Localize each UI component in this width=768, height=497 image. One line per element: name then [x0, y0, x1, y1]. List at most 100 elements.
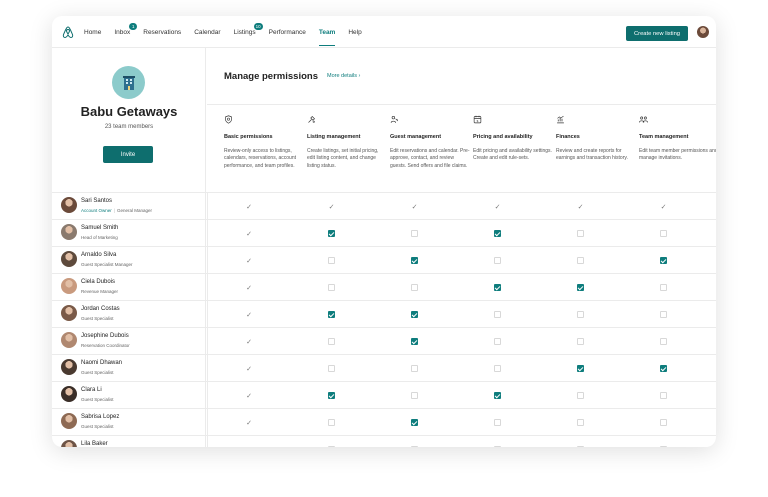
member-cell[interactable]: Sari Santos Account Owner | General Manager: [52, 193, 206, 220]
nav-item-home[interactable]: Home: [84, 16, 101, 48]
checkbox-checked[interactable]: [577, 284, 584, 291]
checkbox-unchecked[interactable]: [494, 257, 501, 264]
permission-cell: [622, 382, 705, 409]
checkbox-checked[interactable]: [328, 230, 335, 237]
checkbox-unchecked[interactable]: [494, 446, 501, 447]
checkbox-unchecked[interactable]: [577, 392, 584, 399]
permission-cell: [290, 274, 373, 301]
permission-cell: [456, 436, 539, 447]
checkbox-checked[interactable]: [494, 284, 501, 291]
checkmark-icon: ✓: [494, 203, 501, 211]
user-avatar[interactable]: [697, 26, 709, 38]
checkbox-unchecked[interactable]: [577, 419, 584, 426]
checkbox-unchecked[interactable]: [577, 311, 584, 318]
member-cell[interactable]: Jordan Costas Guest Specialist: [52, 301, 206, 328]
checkbox-checked[interactable]: [494, 230, 501, 237]
member-cell[interactable]: Ciela Dubois Revenue Manager: [52, 274, 206, 301]
nav-item-inbox[interactable]: Inbox 1: [114, 16, 138, 48]
checkmark-icon: ✓: [246, 365, 252, 373]
permission-cell: ✓: [207, 274, 290, 301]
member-cell[interactable]: Arnaldo Silva Guest Specialist Manager: [52, 247, 206, 274]
checkbox-unchecked[interactable]: [577, 338, 584, 345]
avatar: [61, 440, 77, 447]
checkbox-unchecked[interactable]: [494, 419, 501, 426]
checkbox-unchecked[interactable]: [494, 311, 501, 318]
checkbox-checked[interactable]: [411, 311, 418, 318]
checkbox-unchecked[interactable]: [411, 284, 418, 291]
checkbox-unchecked[interactable]: [328, 365, 335, 372]
airbnb-logo-icon[interactable]: [62, 26, 74, 39]
checkbox-checked[interactable]: [494, 392, 501, 399]
permission-cell: [539, 274, 622, 301]
member-cell[interactable]: Samuel Smith Head of Marketing: [52, 220, 206, 247]
checkbox-unchecked[interactable]: [660, 419, 667, 426]
member-role: Guest Specialist: [81, 370, 114, 375]
nav-item-label: Performance: [268, 28, 306, 36]
checkbox-checked[interactable]: [328, 392, 335, 399]
nav-item-team[interactable]: Team: [318, 16, 335, 48]
more-details-link[interactable]: More details ›: [327, 73, 360, 79]
checkbox-unchecked[interactable]: [328, 257, 335, 264]
member-role-text: Revenue Manager: [81, 289, 119, 294]
avatar: [61, 278, 77, 294]
permission-cell: [456, 301, 539, 328]
checkbox-unchecked[interactable]: [660, 392, 667, 399]
checkbox-checked[interactable]: [411, 419, 418, 426]
nav-item-performance[interactable]: Performance: [269, 16, 306, 48]
checkbox-unchecked[interactable]: [577, 230, 584, 237]
checkbox-checked[interactable]: [577, 365, 584, 372]
member-role: Account Owner | General Manager: [81, 208, 152, 213]
checkbox-unchecked[interactable]: [494, 365, 501, 372]
nav-item-calendar[interactable]: Calendar: [194, 16, 220, 48]
checkbox-unchecked[interactable]: [411, 365, 418, 372]
shield-icon: [225, 115, 232, 124]
checkbox-unchecked[interactable]: [660, 311, 667, 318]
checkbox-unchecked[interactable]: [328, 446, 335, 447]
checkbox-unchecked[interactable]: [660, 338, 667, 345]
checkbox-unchecked[interactable]: [577, 257, 584, 264]
nav-item-listings[interactable]: Listings 10: [234, 16, 263, 48]
member-cell[interactable]: Clara Li Guest Specialist: [52, 382, 206, 409]
permission-column-guest-management: Guest management Edit reservations and ca…: [390, 115, 470, 170]
checkbox-unchecked[interactable]: [411, 392, 418, 399]
guest-key-icon: [390, 115, 399, 123]
checkbox-checked[interactable]: [660, 257, 667, 264]
member-cell[interactable]: Josephine Dubois Reservation Coordinator: [52, 328, 206, 355]
avatar: [61, 197, 77, 213]
checkbox-checked[interactable]: [411, 257, 418, 264]
checkmark-icon: ✓: [246, 230, 252, 238]
permission-cell: [373, 355, 456, 382]
member-name: Josephine Dubois: [81, 333, 129, 339]
permission-description: Create listings, set initial pricing, ed…: [307, 148, 379, 169]
permission-cell: [373, 409, 456, 436]
avatar: [61, 251, 77, 267]
checkbox-unchecked[interactable]: [328, 419, 335, 426]
checkbox-unchecked[interactable]: [328, 284, 335, 291]
checkbox-checked[interactable]: [660, 365, 667, 372]
checkbox-unchecked[interactable]: [328, 338, 335, 345]
checkbox-unchecked[interactable]: [494, 338, 501, 345]
member-name: Samuel Smith: [81, 225, 119, 231]
checkbox-unchecked[interactable]: [411, 446, 418, 447]
member-cell[interactable]: Lila Baker: [52, 436, 206, 447]
checkbox-checked[interactable]: [328, 311, 335, 318]
checkbox-unchecked[interactable]: [411, 230, 418, 237]
separator: |: [113, 208, 115, 213]
checkbox-checked[interactable]: [411, 338, 418, 345]
checkbox-unchecked[interactable]: [660, 284, 667, 291]
avatar: [61, 332, 77, 348]
member-cell[interactable]: Sabrisa Lopez Guest Specialist: [52, 409, 206, 436]
create-listing-button[interactable]: Create new listing: [626, 26, 688, 41]
avatar: [61, 305, 77, 321]
checkbox-unchecked[interactable]: [577, 446, 584, 447]
invite-button[interactable]: Invite: [103, 146, 153, 163]
member-role: Guest Specialist: [81, 316, 114, 321]
nav-item-help[interactable]: Help: [348, 16, 361, 48]
checkbox-unchecked[interactable]: [660, 446, 667, 447]
permission-name: Listing management: [307, 134, 361, 140]
member-name: Clara Li: [81, 387, 102, 393]
nav-item-reservations[interactable]: Reservations: [143, 16, 181, 48]
checkbox-unchecked[interactable]: [660, 230, 667, 237]
member-cell[interactable]: Naomi Dhawan Guest Specialist: [52, 355, 206, 382]
team-member-count: 23 team members: [104, 124, 154, 130]
